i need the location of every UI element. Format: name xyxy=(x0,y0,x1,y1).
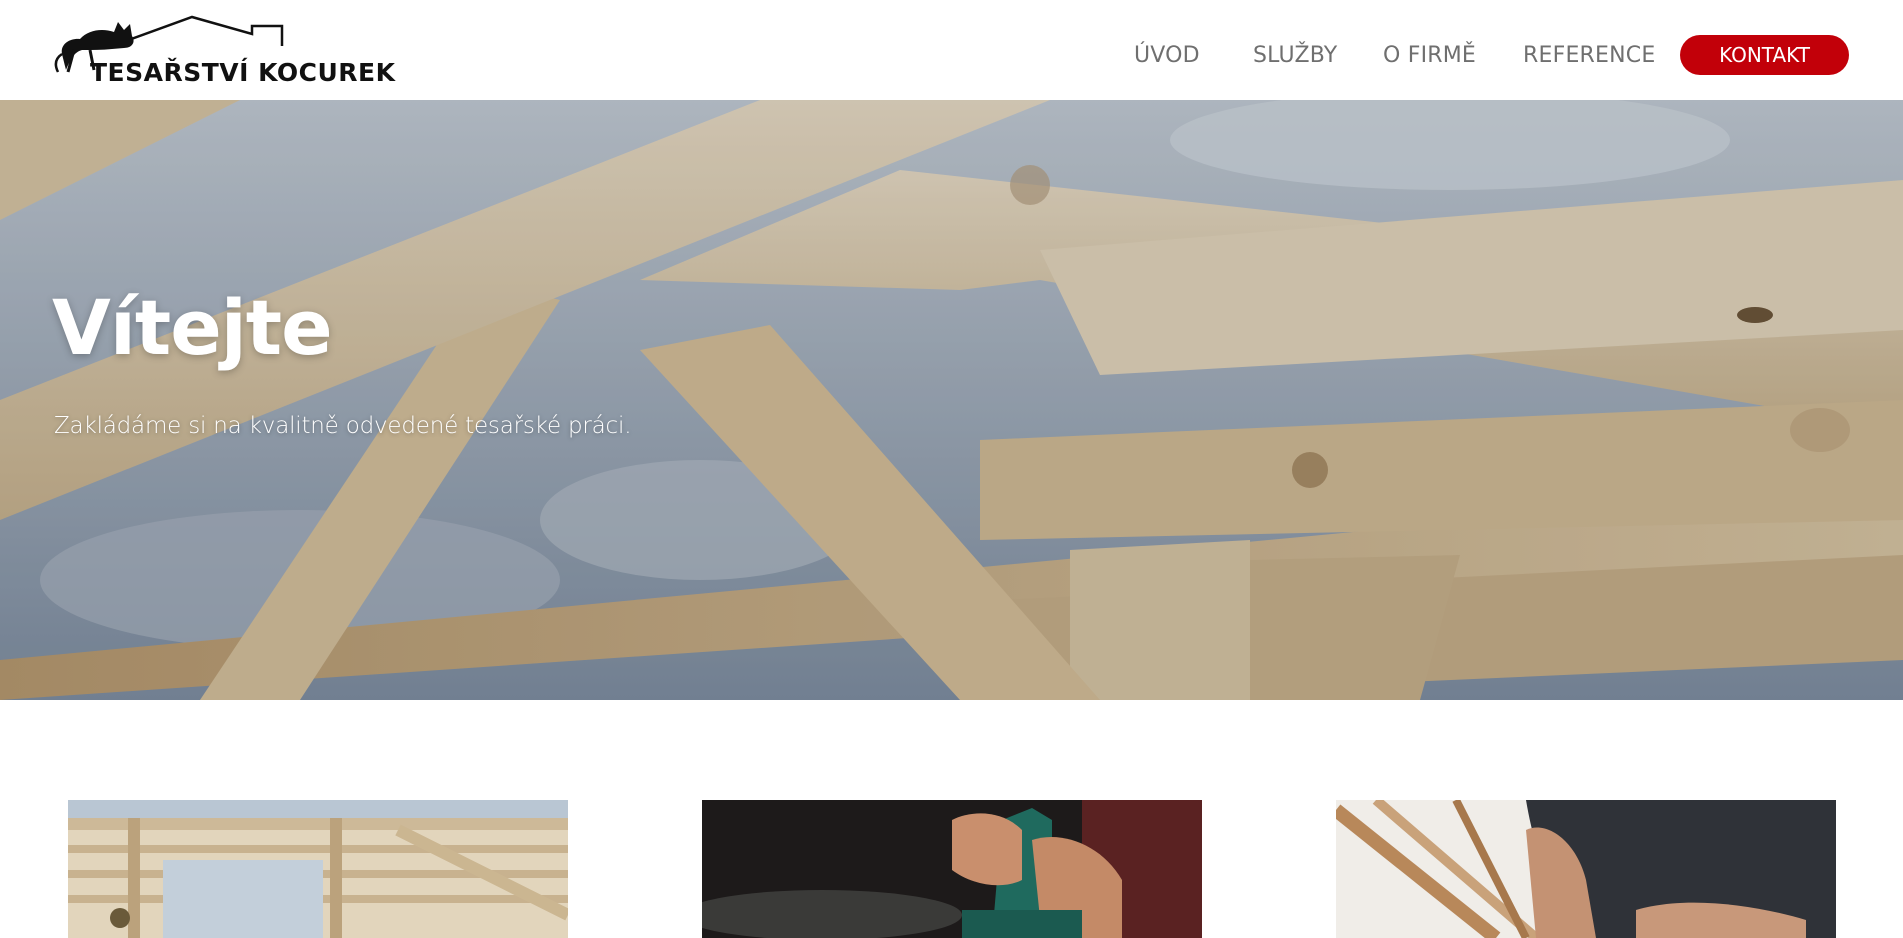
hero-title: Vítejte xyxy=(52,283,333,372)
service-card-carpenter[interactable] xyxy=(1336,800,1836,938)
main-nav: ÚVOD SLUŽBY O FIRMĚ REFERENCE KONTAKT xyxy=(0,0,1903,100)
timber-frame-construction-photo xyxy=(68,800,568,938)
nav-o-firme[interactable]: O FIRMĚ xyxy=(1383,43,1476,68)
hero-overlay xyxy=(0,100,1903,700)
carpenter-at-workbench-photo xyxy=(1336,800,1836,938)
contact-button[interactable]: KONTAKT xyxy=(1680,35,1849,75)
hero-subtitle: Zakládáme si na kvalitně odvedené tesařs… xyxy=(54,413,632,439)
service-card-planing[interactable] xyxy=(702,800,1202,938)
hero-banner: Vítejte Zakládáme si na kvalitně odveden… xyxy=(0,100,1903,700)
site-header: TESAŘSTVÍ KOCUREK ÚVOD SLUŽBY O FIRMĚ RE… xyxy=(0,0,1903,100)
nav-uvod[interactable]: ÚVOD xyxy=(1134,43,1200,68)
nav-reference[interactable]: REFERENCE xyxy=(1523,43,1655,68)
electric-planer-on-wood-photo xyxy=(702,800,1202,938)
nav-sluzby[interactable]: SLUŽBY xyxy=(1253,43,1337,68)
service-card-timber-frame[interactable] xyxy=(68,800,568,938)
